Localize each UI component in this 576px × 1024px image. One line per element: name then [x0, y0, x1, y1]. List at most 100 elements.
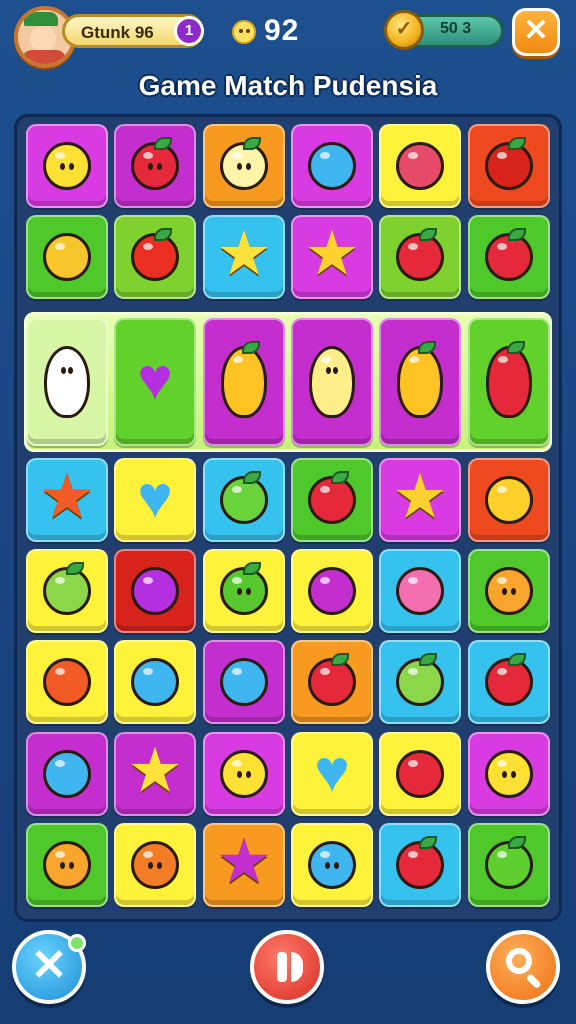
- tile-monster[interactable]: [203, 732, 285, 816]
- pause-icon-right: [291, 952, 303, 982]
- bird-icon: [131, 658, 179, 706]
- bear-icon: [131, 841, 179, 889]
- tile-star[interactable]: [26, 458, 108, 542]
- swirl-icon: [396, 567, 444, 615]
- star-icon: [396, 476, 444, 524]
- ball-icon: [43, 750, 91, 798]
- search-button[interactable]: [486, 930, 560, 1004]
- apple-icon: [485, 228, 533, 281]
- tile-bear[interactable]: [114, 823, 196, 907]
- tile-pepper[interactable]: [468, 124, 550, 208]
- moves-counter: 92: [264, 14, 300, 47]
- tile-carrot[interactable]: [379, 318, 461, 446]
- cake-icon: [396, 750, 444, 798]
- apple-icon: [396, 228, 444, 281]
- tile-heart[interactable]: [114, 318, 196, 446]
- tile-star[interactable]: [203, 215, 285, 299]
- ball-icon: [220, 658, 268, 706]
- level-badge: 1: [174, 16, 204, 46]
- star-icon: [220, 841, 268, 889]
- lime-icon: [43, 562, 91, 615]
- heart-icon: [131, 476, 179, 524]
- tile-cat[interactable]: [468, 549, 550, 633]
- apple-icon: [131, 137, 179, 190]
- apple-icon: [220, 562, 268, 615]
- tile-carrot[interactable]: [203, 318, 285, 446]
- tile-candy[interactable]: [114, 549, 196, 633]
- tile-apple[interactable]: [291, 458, 373, 542]
- search-icon-handle: [525, 973, 542, 990]
- search-icon: [506, 948, 532, 974]
- carrot-icon: [221, 341, 267, 418]
- tile-heart[interactable]: [114, 458, 196, 542]
- tile-swirl[interactable]: [379, 549, 461, 633]
- tile-radish[interactable]: [203, 124, 285, 208]
- pause-icon: [277, 952, 287, 982]
- apple-icon: [308, 471, 356, 524]
- cat-icon: [485, 750, 533, 798]
- avatar-face: [30, 26, 56, 52]
- tile-heart[interactable]: [291, 732, 373, 816]
- tile-apple[interactable]: [379, 215, 461, 299]
- pause-button[interactable]: [250, 930, 324, 1004]
- bear-icon: [43, 841, 91, 889]
- pepper-icon: [485, 137, 533, 190]
- tile-apple[interactable]: [291, 640, 373, 724]
- close-button[interactable]: ✕: [512, 8, 560, 56]
- tile-pepper[interactable]: [468, 823, 550, 907]
- tile-star[interactable]: [291, 215, 373, 299]
- tile-ball[interactable]: [26, 732, 108, 816]
- tile-lime[interactable]: [203, 458, 285, 542]
- apple-icon: [485, 653, 533, 706]
- tile-apple[interactable]: [468, 640, 550, 724]
- candy-icon: [131, 567, 179, 615]
- ball-icon: [308, 142, 356, 190]
- gift-icon: [308, 567, 356, 615]
- tile-cat[interactable]: [468, 732, 550, 816]
- star-icon: [220, 233, 268, 281]
- tile-lemon[interactable]: [26, 124, 108, 208]
- tile-cracker[interactable]: [26, 215, 108, 299]
- tile-bear[interactable]: [26, 823, 108, 907]
- tile-apple[interactable]: [468, 215, 550, 299]
- monster-icon: [220, 750, 268, 798]
- coin-count: 50 3: [440, 20, 472, 37]
- pepper-icon: [485, 836, 533, 889]
- tile-ball[interactable]: [291, 124, 373, 208]
- tile-cake[interactable]: [379, 732, 461, 816]
- cracker-icon: [43, 233, 91, 281]
- tile-apple[interactable]: [114, 215, 196, 299]
- tile-gift[interactable]: [291, 549, 373, 633]
- coin-icon: ✓: [384, 10, 424, 50]
- tile-star[interactable]: [203, 823, 285, 907]
- tile-icecream[interactable]: [26, 318, 108, 446]
- heart-icon: [308, 750, 356, 798]
- monster-icon: [308, 841, 356, 889]
- tile-star[interactable]: [379, 458, 461, 542]
- tile-strawberry[interactable]: [468, 318, 550, 446]
- tile-ball[interactable]: [203, 640, 285, 724]
- notification-dot: [68, 934, 86, 952]
- apple-icon: [396, 836, 444, 889]
- player-name: Gtunk 96: [81, 23, 154, 42]
- clock-icon: [485, 476, 533, 524]
- tile-drop[interactable]: [379, 124, 461, 208]
- radish-icon: [220, 137, 268, 190]
- carrot-icon: [397, 341, 443, 418]
- tile-apple[interactable]: [379, 640, 461, 724]
- icecream-icon: [44, 346, 90, 418]
- tile-clock[interactable]: [468, 458, 550, 542]
- tile-icecream[interactable]: [291, 318, 373, 446]
- tile-apple[interactable]: [114, 124, 196, 208]
- tile-apple[interactable]: [203, 549, 285, 633]
- tile-monster[interactable]: [291, 823, 373, 907]
- apple-icon: [396, 653, 444, 706]
- tile-eyeball[interactable]: [26, 640, 108, 724]
- tile-bird[interactable]: [114, 640, 196, 724]
- tile-apple[interactable]: [379, 823, 461, 907]
- avatar-hat: [24, 12, 58, 26]
- cat-icon: [485, 567, 533, 615]
- apple-icon: [308, 653, 356, 706]
- tile-star[interactable]: [114, 732, 196, 816]
- tile-lime[interactable]: [26, 549, 108, 633]
